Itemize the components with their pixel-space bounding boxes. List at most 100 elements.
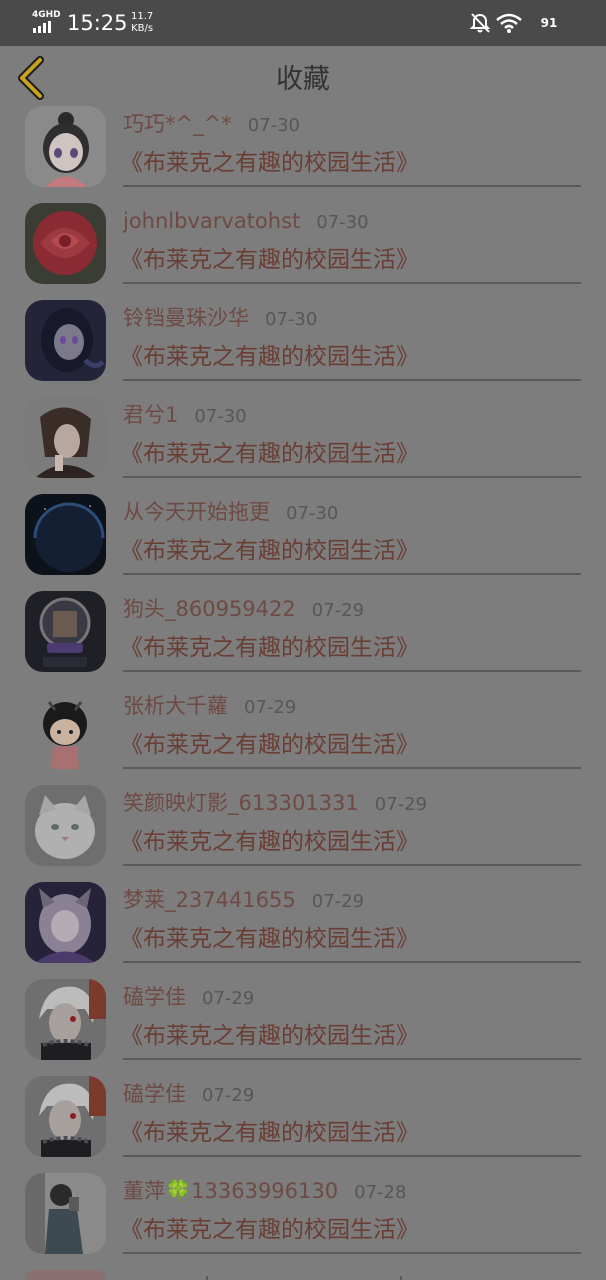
avatar[interactable] — [25, 300, 106, 381]
list-item[interactable]: 巧巧*^_^* 07-30 《布莱克之有趣的校园生活》 — [0, 106, 606, 203]
user-name: 梦莱_237441655 — [123, 888, 296, 912]
list-item[interactable]: 张析大千蘿 07-29 《布莱克之有趣的校园生活》 — [0, 688, 606, 785]
list-item[interactable]: 君兮1 07-30 《布莱克之有趣的校园生活》 — [0, 397, 606, 494]
user-name: 磕学佳 — [123, 985, 186, 1009]
user-name: 从今天开始拖更 — [123, 500, 270, 524]
network-speed: 11.7 KB/s — [131, 11, 153, 35]
user-name: 张析大千蘿 — [123, 694, 228, 718]
book-title-link[interactable]: 《布莱克之有趣的校园生活》 — [120, 243, 419, 277]
list-item[interactable]: 铃铛曼珠沙华 07-30 《布莱克之有趣的校园生活》 — [0, 300, 606, 397]
planet-avatar-icon — [25, 494, 106, 575]
divider — [123, 767, 581, 769]
list-item[interactable]: 笑颜映灯影_613301331 07-29 《布莱克之有趣的校园生活》 — [0, 785, 606, 882]
book-title-link[interactable]: 《布莱克之有趣的校园生活》 — [120, 437, 419, 471]
divider — [123, 670, 581, 672]
speed-value: 11.7 — [131, 11, 154, 22]
anime-girl-avatar-icon — [25, 106, 106, 187]
list-item[interactable]: 磕学佳 07-29 《布莱克之有趣的校园生活》 — [0, 979, 606, 1076]
user-name: 铃铛曼珠沙华 — [123, 306, 249, 330]
favorite-date: 07-30 — [265, 309, 318, 330]
fox-girl-avatar-icon — [25, 882, 106, 963]
white-hair-boy-avatar-icon — [25, 1076, 106, 1157]
favorite-date: 07-30 — [316, 212, 369, 233]
list-item[interactable]: johnlbvarvatohst 07-30 《布莱克之有趣的校园生活》 — [0, 203, 606, 300]
book-title-link[interactable]: 《布莱克之有趣的校园生活》 — [120, 922, 419, 956]
favorite-date: 07-29 — [374, 794, 428, 815]
book-title-link[interactable]: 《布莱克之有趣的校园生活》 — [120, 1019, 419, 1053]
wifi-icon — [496, 13, 522, 33]
battery-level: 91 — [540, 16, 558, 30]
dark-anime-girl-avatar-icon — [25, 300, 106, 381]
divider — [123, 864, 581, 866]
white-hair-boy-avatar-icon — [25, 979, 106, 1060]
avatar[interactable] — [25, 785, 106, 866]
favorite-date: 07-30 — [286, 503, 339, 524]
avatar[interactable] — [25, 106, 106, 187]
avatar[interactable] — [25, 591, 106, 672]
favorite-date: 07-30 — [247, 115, 301, 136]
page-title: 收藏 — [276, 64, 330, 95]
avatar[interactable] — [25, 882, 106, 963]
book-title-link[interactable]: 《布莱克之有趣的校园生活》 — [120, 1213, 419, 1247]
list-item[interactable]: 梦莱_237441655 07-29 《布莱克之有趣的校园生活》 — [0, 882, 606, 979]
user-name: 狗头_860959422 — [123, 597, 296, 621]
avatar[interactable] — [25, 1173, 106, 1254]
divider — [123, 282, 581, 284]
user-name: 董萍🍀13363996130 — [123, 1179, 339, 1203]
divider — [123, 185, 581, 187]
avatar[interactable] — [25, 979, 106, 1060]
avatar[interactable] — [25, 688, 106, 769]
divider — [123, 476, 581, 478]
book-title-link[interactable]: 《布莱克之有趣的校园生活》 — [120, 1116, 419, 1150]
clock: 15:25 — [67, 11, 128, 35]
list-item[interactable]: 狗头_860959422 07-29 《布莱克之有趣的校园生活》 — [0, 591, 606, 688]
list-item[interactable]: 董萍🍀13363996130 07-28 《布莱克之有趣的校园生活》 — [0, 1173, 606, 1270]
nav-bar: 收藏 — [0, 46, 606, 112]
signal-bars-icon — [33, 21, 51, 33]
book-title-link[interactable]: 《布莱克之有趣的校园生活》 — [120, 631, 419, 665]
avatar[interactable] — [25, 397, 106, 478]
list-item[interactable]: 从今天开始拖更 07-30 《布莱克之有趣的校园生活》 — [0, 494, 606, 591]
user-name: 巧巧*^_^* — [123, 112, 232, 136]
rose-avatar-icon — [25, 203, 106, 284]
avatar[interactable] — [25, 203, 106, 284]
user-name: johnlbvarvatohst — [123, 209, 301, 233]
user-name: 笑颜映灯影_613301331 — [123, 791, 359, 815]
divider — [123, 1252, 581, 1254]
favorite-date: 07-29 — [311, 891, 365, 912]
status-bar: 4GHD 15:25 11.7 KB/s 91 — [0, 0, 606, 46]
list-item-partial[interactable] — [0, 1266, 606, 1280]
favorite-date: 07-29 — [311, 600, 365, 621]
game-frame-avatar-icon — [25, 591, 106, 672]
cartoon-girl-avatar-icon — [25, 688, 106, 769]
anime-boy-avatar-icon — [25, 397, 106, 478]
book-title-link[interactable]: 《布莱克之有趣的校园生活》 — [120, 825, 419, 859]
divider — [206, 1276, 208, 1280]
cellular-signal-icon: 4GHD — [32, 10, 61, 33]
girl-photo-avatar-icon — [25, 1173, 106, 1254]
list-item[interactable]: 磕学佳 07-29 《布莱克之有趣的校园生活》 — [0, 1076, 606, 1173]
favorite-date: 07-29 — [202, 988, 255, 1009]
avatar[interactable] — [25, 494, 106, 575]
bell-off-icon — [469, 13, 491, 33]
divider — [123, 1155, 581, 1157]
book-title-link[interactable]: 《布莱克之有趣的校园生活》 — [120, 534, 419, 568]
speed-unit: KB/s — [131, 23, 154, 34]
avatar[interactable] — [25, 1270, 106, 1280]
network-type: 4GHD — [32, 10, 61, 20]
favorite-date: 07-29 — [244, 697, 297, 718]
user-name: 君兮1 — [123, 403, 179, 427]
book-title-link[interactable]: 《布莱克之有趣的校园生活》 — [120, 340, 419, 374]
white-cat-avatar-icon — [25, 785, 106, 866]
divider — [123, 573, 581, 575]
book-title-link[interactable]: 《布莱克之有趣的校园生活》 — [120, 146, 419, 180]
divider — [123, 1058, 581, 1060]
favorite-date: 07-28 — [354, 1182, 407, 1203]
avatar[interactable] — [25, 1076, 106, 1157]
user-name: 磕学佳 — [123, 1082, 186, 1106]
divider — [123, 961, 581, 963]
divider — [123, 379, 581, 381]
battery-icon: 91 — [532, 15, 566, 31]
favorite-date: 07-30 — [194, 406, 247, 427]
book-title-link[interactable]: 《布莱克之有趣的校园生活》 — [120, 728, 419, 762]
